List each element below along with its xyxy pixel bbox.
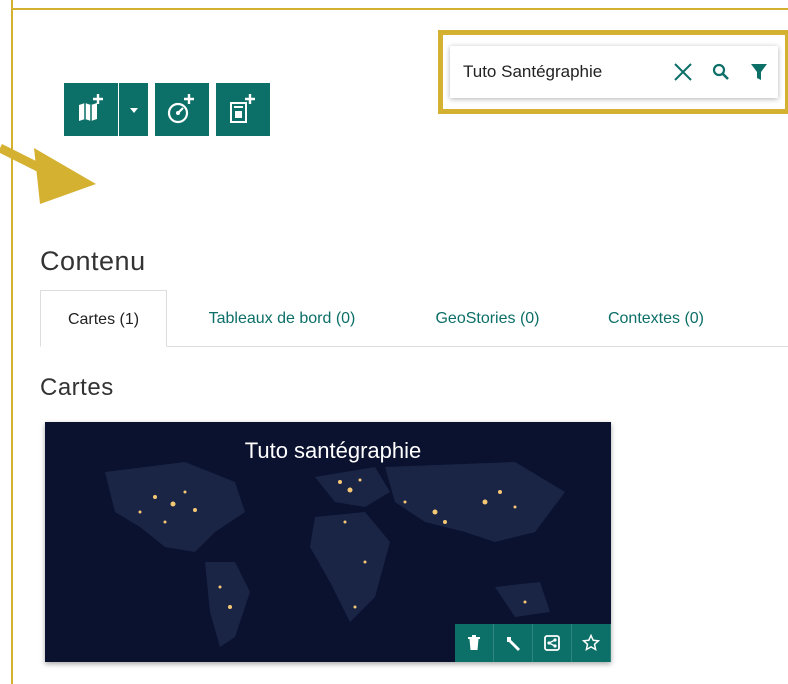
tab-geostories[interactable]: GeoStories (0) [410, 290, 565, 346]
share-map-button[interactable] [533, 624, 572, 662]
share-icon [544, 635, 560, 651]
new-dashboard-icon [167, 93, 194, 123]
search-input[interactable]: Tuto Santégraphie [450, 62, 664, 82]
map-card-title: Tuto santégraphie [244, 438, 422, 463]
trash-icon [468, 635, 480, 650]
map-card-actions [455, 624, 611, 662]
new-map-button[interactable] [64, 83, 118, 136]
annotation-arrow [0, 143, 96, 204]
new-dashboard-button[interactable] [155, 83, 209, 136]
highlight-frame-left [11, 0, 13, 684]
content-title: Contenu [40, 246, 146, 276]
close-icon [674, 63, 692, 81]
tab-cartes[interactable]: Cartes (1) [40, 290, 167, 347]
edit-map-button[interactable] [494, 624, 533, 662]
tab-tableaux-de-bord[interactable]: Tableaux de bord (0) [177, 290, 387, 346]
filter-button[interactable] [740, 46, 778, 98]
favorite-map-button[interactable] [572, 624, 611, 662]
maps-section-title: Cartes [40, 374, 114, 401]
tab-contextes[interactable]: Contextes (0) [580, 290, 732, 346]
search-icon [712, 63, 729, 80]
new-map-group [64, 83, 148, 136]
delete-map-button[interactable] [455, 624, 494, 662]
create-toolbar [64, 83, 270, 136]
search-bar: Tuto Santégraphie [450, 46, 778, 98]
wrench-icon [507, 637, 520, 651]
highlight-frame-top [11, 8, 788, 10]
map-card[interactable]: Tuto santégraphie [45, 422, 611, 662]
content-tabs: Cartes (1) Tableaux de bord (0) GeoStori… [40, 290, 788, 347]
filter-icon [751, 64, 767, 80]
clear-search-button[interactable] [664, 46, 702, 98]
new-geostory-button[interactable] [216, 83, 270, 136]
new-map-dropdown-button[interactable] [119, 83, 148, 136]
search-button[interactable] [702, 46, 740, 98]
new-geostory-icon [230, 93, 255, 123]
star-icon [582, 634, 600, 651]
caret-down-icon [129, 107, 138, 113]
new-map-icon [79, 93, 103, 121]
